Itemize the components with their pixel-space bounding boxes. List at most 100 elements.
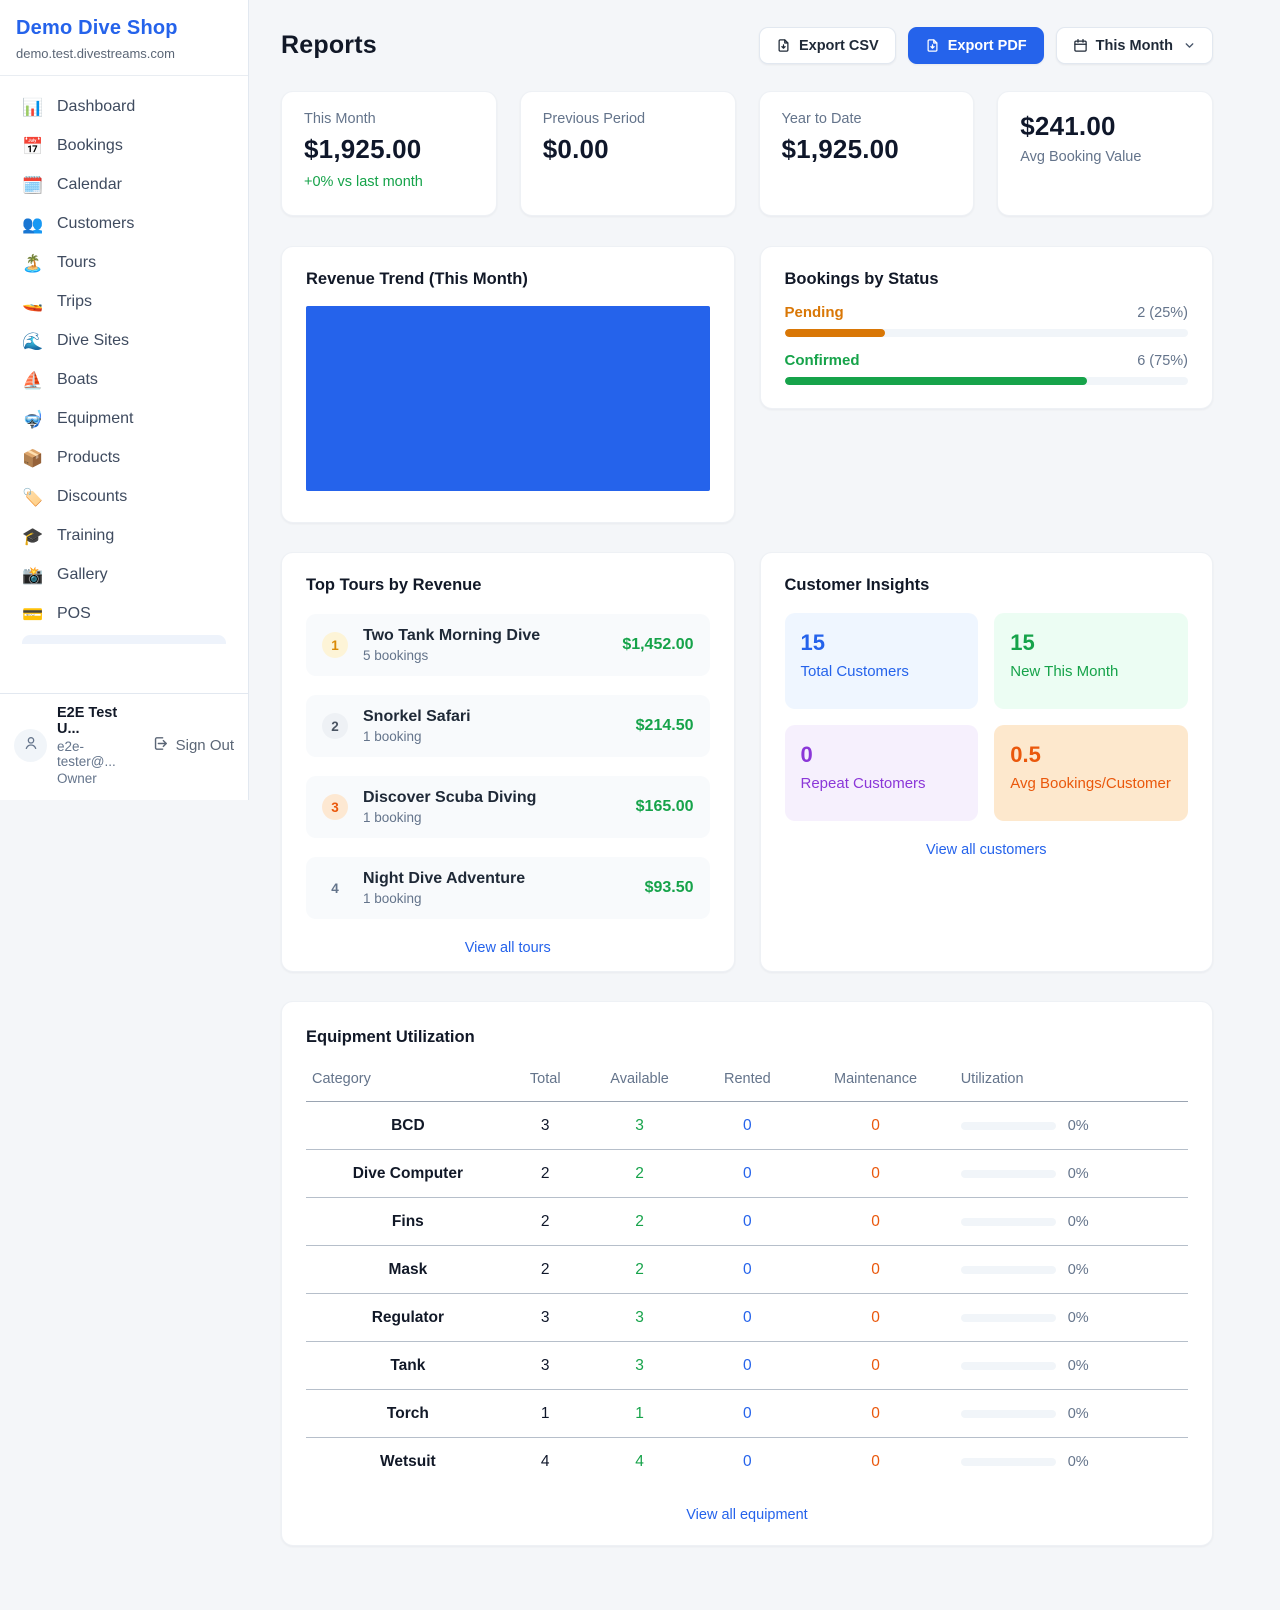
period-selector[interactable]: This Month	[1056, 27, 1213, 64]
progress-track	[785, 377, 1189, 385]
cell-maintenance: 0	[796, 1150, 954, 1198]
sidebar-item-tours[interactable]: 🏝️ Tours	[10, 244, 238, 282]
cell-category: Tank	[306, 1342, 510, 1390]
revenue-trend-card: Revenue Trend (This Month)	[281, 246, 735, 523]
view-all-customers-link[interactable]: View all customers	[785, 842, 1189, 858]
cell-rented: 0	[698, 1294, 796, 1342]
cell-rented: 0	[698, 1390, 796, 1438]
cell-available: 2	[581, 1246, 699, 1294]
insight-label: New This Month	[1010, 663, 1172, 680]
sidebar-item-label: Customers	[57, 215, 134, 233]
insight-value: 0.5	[1010, 742, 1172, 768]
tour-name: Two Tank Morning Dive	[363, 627, 607, 645]
stat-value: $1,925.00	[304, 134, 474, 165]
progress-track	[785, 329, 1189, 337]
user-email: e2e-tester@...	[57, 739, 142, 769]
sidebar-item-calendar[interactable]: 🗓️ Calendar	[10, 166, 238, 204]
stat-card-year-to-date: Year to Date $1,925.00	[759, 91, 975, 216]
sidebar-item-dive-sites[interactable]: 🌊 Dive Sites	[10, 322, 238, 360]
insight-value: 0	[801, 742, 963, 768]
tour-name: Discover Scuba Diving	[363, 789, 621, 807]
sidebar-nav: 📊 Dashboard 📅 Bookings 🗓️ Calendar 👥 Cus…	[0, 76, 248, 693]
sign-out-icon	[152, 735, 169, 756]
utilization-bar	[961, 1266, 1056, 1274]
bookings-by-status-card: Bookings by Status Pending 2 (25%) Confi…	[760, 246, 1214, 409]
cell-total: 1	[510, 1390, 581, 1438]
cell-available: 3	[581, 1102, 699, 1150]
main-content: Reports Export CSV Export PDF This Month	[250, 0, 1280, 1586]
stat-value: $1,925.00	[782, 134, 952, 165]
insight-tile-avg-bookings: 0.5 Avg Bookings/Customer	[994, 725, 1188, 821]
rank-badge: 1	[322, 632, 348, 658]
stat-label: This Month	[304, 111, 474, 127]
export-csv-button[interactable]: Export CSV	[759, 27, 896, 64]
cell-available: 2	[581, 1150, 699, 1198]
file-download-icon	[776, 38, 791, 53]
sidebar-item-pos[interactable]: 💳 POS	[10, 595, 238, 633]
sidebar-item-boats[interactable]: ⛵ Boats	[10, 361, 238, 399]
revenue-trend-chart	[306, 306, 710, 491]
tour-row[interactable]: 4 Night Dive Adventure 1 booking $93.50	[306, 857, 710, 919]
camera-icon: 📸	[22, 567, 44, 584]
tour-row[interactable]: 2 Snorkel Safari 1 booking $214.50	[306, 695, 710, 757]
cell-maintenance: 0	[796, 1246, 954, 1294]
sidebar: Demo Dive Shop demo.test.divestreams.com…	[0, 0, 249, 800]
calendar-date-icon: 📅	[22, 138, 44, 155]
table-row: Tank 3 3 0 0 0%	[306, 1342, 1188, 1390]
stat-card-previous-period: Previous Period $0.00	[520, 91, 736, 216]
stat-card-avg-booking-value: $241.00 Avg Booking Value	[997, 91, 1213, 216]
view-all-equipment-link[interactable]: View all equipment	[306, 1507, 1188, 1523]
insight-tile-total-customers: 15 Total Customers	[785, 613, 979, 709]
shop-name[interactable]: Demo Dive Shop	[16, 17, 232, 40]
status-row-confirmed: Confirmed 6 (75%)	[785, 352, 1189, 385]
tour-row[interactable]: 3 Discover Scuba Diving 1 booking $165.0…	[306, 776, 710, 838]
cell-maintenance: 0	[796, 1198, 954, 1246]
bookings-by-status-title: Bookings by Status	[785, 270, 1189, 289]
equipment-utilization-title: Equipment Utilization	[306, 1028, 1188, 1047]
utilization-bar	[961, 1458, 1056, 1466]
sidebar-item-label: Dashboard	[57, 98, 135, 116]
user-name: E2E Test U...	[57, 705, 142, 737]
sign-out-button[interactable]: Sign Out	[152, 735, 234, 756]
sidebar-item-products[interactable]: 📦 Products	[10, 439, 238, 477]
graduation-cap-icon: 🎓	[22, 528, 44, 545]
tour-row[interactable]: 1 Two Tank Morning Dive 5 bookings $1,45…	[306, 614, 710, 676]
tour-revenue: $165.00	[636, 798, 694, 816]
page-title: Reports	[281, 31, 377, 60]
top-tours-card: Top Tours by Revenue 1 Two Tank Morning …	[281, 552, 735, 972]
sidebar-item-label: Discounts	[57, 488, 127, 506]
tour-bookings: 1 booking	[363, 729, 621, 744]
page-header: Reports Export CSV Export PDF This Month	[281, 27, 1213, 64]
sidebar-item-bookings[interactable]: 📅 Bookings	[10, 127, 238, 165]
sidebar-item-training[interactable]: 🎓 Training	[10, 517, 238, 555]
status-label: Pending	[785, 304, 844, 321]
utilization-percent: 0%	[1068, 1262, 1089, 1278]
cell-available: 4	[581, 1438, 699, 1486]
sidebar-item-reports-partial[interactable]	[22, 635, 226, 644]
utilization-bar	[961, 1362, 1056, 1370]
rank-badge: 3	[322, 794, 348, 820]
island-icon: 🏝️	[22, 255, 44, 272]
progress-fill	[785, 377, 1088, 385]
insight-value: 15	[1010, 630, 1172, 656]
stat-delta: +0% vs last month	[304, 174, 474, 190]
sidebar-item-discounts[interactable]: 🏷️ Discounts	[10, 478, 238, 516]
table-row: Dive Computer 2 2 0 0 0%	[306, 1150, 1188, 1198]
stat-card-this-month: This Month $1,925.00 +0% vs last month	[281, 91, 497, 216]
sidebar-item-equipment[interactable]: 🤿 Equipment	[10, 400, 238, 438]
sidebar-item-trips[interactable]: 🚤 Trips	[10, 283, 238, 321]
export-pdf-button[interactable]: Export PDF	[908, 27, 1044, 64]
sidebar-user-section: E2E Test U... e2e-tester@... Owner Sign …	[0, 693, 248, 800]
sidebar-item-gallery[interactable]: 📸 Gallery	[10, 556, 238, 594]
view-all-tours-link[interactable]: View all tours	[306, 940, 710, 956]
status-label: Confirmed	[785, 352, 860, 369]
tag-icon: 🏷️	[22, 489, 44, 506]
tour-bookings: 1 booking	[363, 810, 621, 825]
sidebar-item-dashboard[interactable]: 📊 Dashboard	[10, 88, 238, 126]
sign-out-label: Sign Out	[176, 737, 234, 754]
cell-rented: 0	[698, 1246, 796, 1294]
utilization-percent: 0%	[1068, 1118, 1089, 1134]
cell-total: 2	[510, 1198, 581, 1246]
sidebar-item-customers[interactable]: 👥 Customers	[10, 205, 238, 243]
calendar-pad-icon: 🗓️	[22, 177, 44, 194]
